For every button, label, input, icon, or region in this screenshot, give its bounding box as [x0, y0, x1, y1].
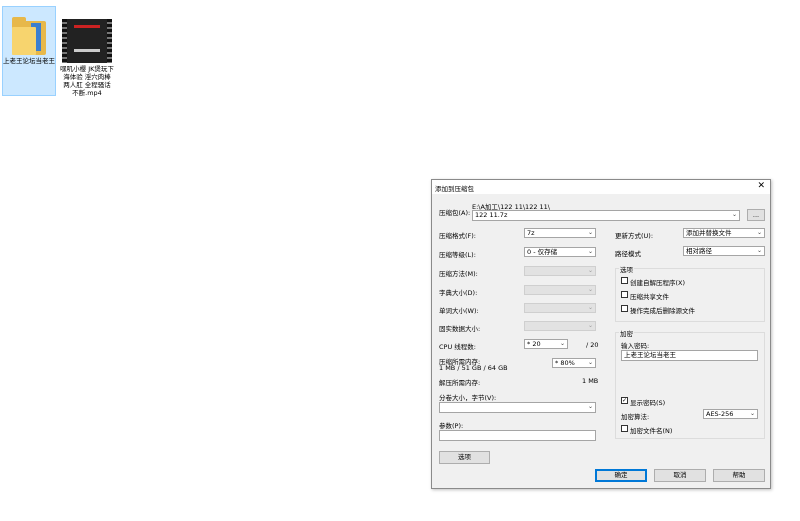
- decomp-value: 1 MB: [582, 377, 599, 385]
- method-label: 压缩方法(M):: [439, 270, 478, 278]
- options-group-title: 选项: [619, 264, 634, 274]
- cpu-threads-select[interactable]: * 20 ⌄: [524, 339, 568, 349]
- cpu-value: * 20: [527, 340, 541, 348]
- show-password-label: 显示密码(S): [630, 399, 666, 407]
- chevron-down-icon: ⌄: [587, 359, 593, 366]
- params-input[interactable]: [439, 430, 596, 441]
- dict-label: 字典大小(D):: [439, 289, 478, 297]
- archive-name-combo[interactable]: 122 11.7z ⌄: [472, 210, 740, 221]
- chevron-down-icon: ⌄: [587, 403, 593, 410]
- show-password-checkbox[interactable]: ✓: [621, 397, 628, 404]
- encryption-group-title: 加密: [619, 328, 634, 338]
- split-label: 分卷大小，字节(V):: [439, 394, 497, 402]
- word-select: ⌄: [524, 303, 596, 313]
- close-icon[interactable]: ✕: [757, 181, 765, 191]
- enc-method-value: AES-256: [706, 410, 734, 418]
- shared-checkbox[interactable]: [621, 291, 628, 298]
- decomp-label: 解压所需内存:: [439, 379, 481, 387]
- dict-select: ⌄: [524, 285, 596, 295]
- delete-checkbox[interactable]: [621, 305, 628, 312]
- chevron-down-icon: ⌄: [749, 410, 755, 417]
- solid-select: ⌄: [524, 321, 596, 331]
- chevron-down-icon: ⌄: [587, 267, 593, 274]
- update-label: 更新方式(U):: [615, 232, 654, 240]
- chevron-down-icon: ⌄: [587, 286, 593, 293]
- password-input[interactable]: 上老王论坛当老王: [621, 350, 758, 361]
- cancel-button[interactable]: 取消: [654, 469, 706, 482]
- word-label: 单词大小(W):: [439, 307, 479, 315]
- mem-value: * 80%: [555, 359, 575, 367]
- dialog-title: 添加到压缩包: [435, 185, 474, 193]
- desktop-icon-folder[interactable]: 上老王论坛当老王: [2, 6, 56, 96]
- folder-icon: [12, 17, 46, 55]
- ok-button[interactable]: 确定: [595, 469, 647, 482]
- options-button[interactable]: 选项: [439, 451, 490, 464]
- encrypt-names-checkbox[interactable]: [621, 425, 628, 432]
- mem-usage-select[interactable]: * 80% ⌄: [552, 358, 596, 368]
- chevron-down-icon: ⌄: [756, 229, 762, 236]
- solid-label: 固实数据大小:: [439, 325, 481, 333]
- path-mode-label: 路径模式: [615, 250, 641, 258]
- add-to-archive-dialog: 添加到压缩包 ✕ 压缩包(A): E:\A加工\122 11\122 11\ 1…: [431, 179, 771, 489]
- cpu-total: / 20: [586, 341, 599, 349]
- video-thumbnail-icon: [62, 19, 112, 63]
- desktop-icon-label: 嘿叽小樱 JK煲玩下海体验 淫穴肉棒两人肛 全程骚话不断.mp4: [60, 65, 114, 97]
- chevron-down-icon: ⌄: [587, 304, 593, 311]
- password-value: 上老王论坛当老王: [624, 351, 676, 359]
- split-size-combo[interactable]: ⌄: [439, 402, 596, 413]
- browse-button[interactable]: ...: [747, 209, 765, 221]
- mem-detail: 1 MB / 51 GB / 64 GB: [439, 364, 508, 372]
- cpu-label: CPU 线程数:: [439, 343, 476, 351]
- archive-name-value: 122 11.7z: [475, 211, 508, 219]
- help-button[interactable]: 帮助: [713, 469, 765, 482]
- format-label: 压缩格式(F):: [439, 232, 477, 240]
- params-label: 参数(P):: [439, 422, 464, 430]
- chevron-down-icon: ⌄: [587, 322, 593, 329]
- title-bar: 添加到压缩包 ✕: [432, 180, 770, 194]
- level-select[interactable]: 0 - 仅存储 ⌄: [524, 247, 596, 257]
- sfx-checkbox[interactable]: [621, 277, 628, 284]
- update-value: 添加并替换文件: [686, 229, 732, 237]
- enc-method-label: 加密算法:: [621, 413, 650, 421]
- path-mode-select[interactable]: 相对路径 ⌄: [683, 246, 765, 256]
- method-select: ⌄: [524, 266, 596, 276]
- chevron-down-icon: ⌄: [587, 248, 593, 255]
- path-mode-value: 相对路径: [686, 247, 712, 255]
- password-label: 输入密码:: [621, 342, 650, 350]
- sfx-label: 创建自解压程序(X): [630, 279, 686, 287]
- desktop-icon-video[interactable]: 嘿叽小樱 JK煲玩下海体验 淫穴肉棒两人肛 全程骚话不断.mp4: [60, 6, 114, 97]
- archive-label: 压缩包(A):: [439, 209, 471, 217]
- enc-method-select[interactable]: AES-256 ⌄: [703, 409, 758, 419]
- format-value: 7z: [527, 229, 535, 237]
- chevron-down-icon: ⌄: [587, 229, 593, 236]
- level-label: 压缩等级(L):: [439, 251, 476, 259]
- level-value: 0 - 仅存储: [527, 248, 558, 256]
- format-select[interactable]: 7z ⌄: [524, 228, 596, 238]
- update-mode-select[interactable]: 添加并替换文件 ⌄: [683, 228, 765, 238]
- chevron-down-icon: ⌄: [559, 340, 565, 347]
- shared-label: 压缩共享文件: [630, 293, 669, 301]
- desktop-icon-label: 上老王论坛当老王: [3, 57, 55, 65]
- chevron-down-icon: ⌄: [756, 247, 762, 254]
- delete-label: 操作完成后删除源文件: [630, 307, 695, 315]
- check-icon: ✓: [622, 397, 628, 404]
- chevron-down-icon: ⌄: [731, 211, 737, 218]
- encrypt-names-label: 加密文件名(N): [630, 427, 673, 435]
